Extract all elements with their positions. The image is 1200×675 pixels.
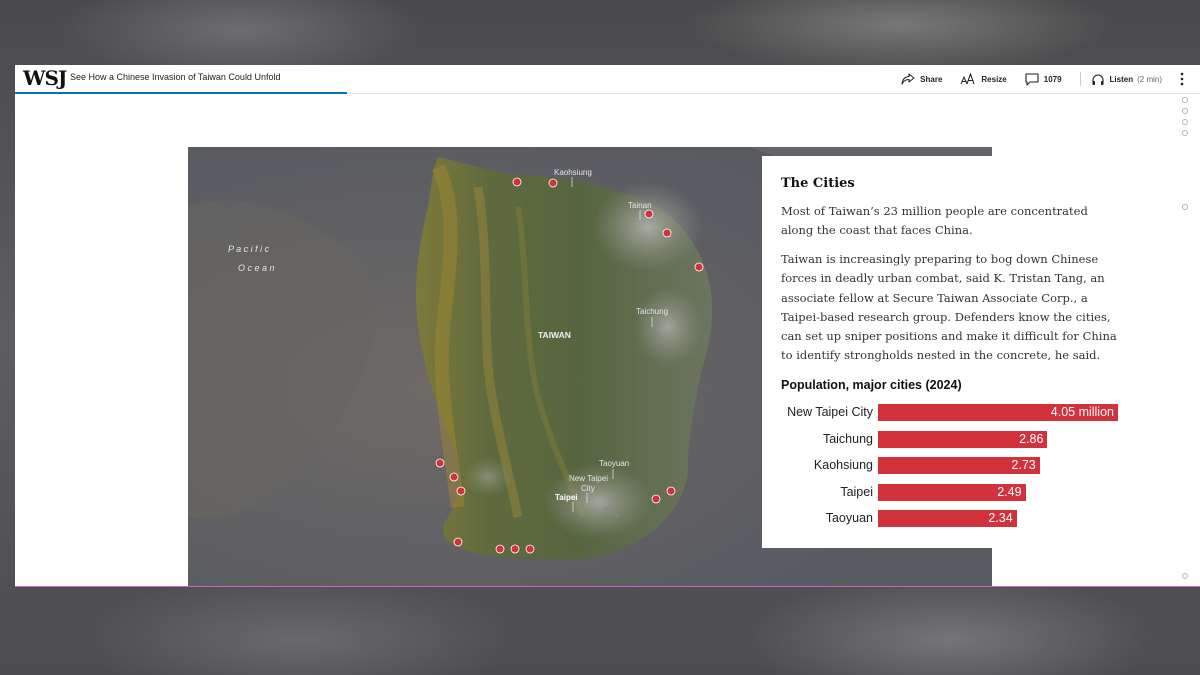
text-resize-icon: [960, 73, 975, 85]
section-dot[interactable]: [1182, 204, 1188, 210]
city-label-kaohsiung: Kaohsiung: [554, 168, 592, 177]
bar-value-label: 2.34: [988, 511, 1013, 525]
bar-value-label: 4.05 million: [1050, 405, 1114, 419]
island-label: TAIWAN: [538, 330, 571, 340]
bar-row: New Taipei City 4.05 million: [762, 404, 1133, 422]
landing-marker: [694, 262, 704, 272]
bar-row: Taoyuan 2.34: [762, 510, 1133, 528]
city-label-new-taipei: New Taipei: [569, 474, 608, 483]
toolbar-divider: [1079, 72, 1081, 86]
chart-title: Population, major cities (2024): [781, 378, 962, 392]
landing-marker: [644, 209, 654, 219]
panel-paragraph: Taiwan is increasingly preparing to bog …: [781, 252, 1117, 363]
bar-category-label: Kaohsiung: [813, 458, 873, 472]
bar: 2.86: [878, 430, 1048, 448]
section-dot[interactable]: [1182, 130, 1188, 136]
bar: 2.73: [878, 457, 1040, 474]
section-dot[interactable]: [1182, 119, 1188, 125]
landing-marker: [548, 178, 558, 188]
landing-marker: [435, 458, 445, 468]
bar-category-label: New Taipei City: [787, 405, 873, 419]
comments-button[interactable]: 1079: [1025, 72, 1062, 86]
cities-info-panel: The Cities Most of Taiwan’s 23 million p…: [762, 156, 1133, 548]
listen-label: Listen: [1109, 74, 1134, 84]
city-label-tainan: Tainan: [628, 201, 652, 210]
headphones-icon: [1091, 74, 1104, 85]
landing-marker: [449, 472, 459, 482]
bar: 2.34: [878, 510, 1017, 527]
landing-marker: [456, 486, 466, 496]
section-dot[interactable]: [1182, 108, 1188, 114]
bar-row: Taipei 2.49: [762, 483, 1133, 502]
bar: 4.05 million: [878, 404, 1118, 421]
section-dot[interactable]: [1182, 97, 1188, 103]
bar: 2.49: [878, 483, 1026, 501]
landing-marker: [510, 544, 520, 554]
share-button[interactable]: Share: [901, 73, 942, 85]
listen-duration: (2 min): [1137, 74, 1162, 84]
article-title: See How a Chinese Invasion of Taiwan Cou…: [70, 72, 281, 82]
wsj-logo[interactable]: WSJ: [23, 66, 67, 90]
panel-heading: The Cities: [781, 176, 855, 191]
section-dot[interactable]: [1182, 573, 1188, 579]
bar-category-label: Taoyuan: [825, 511, 873, 525]
resize-label: Resize: [981, 74, 1007, 84]
bar-value-label: 2.73: [1011, 458, 1036, 472]
bar-row: Taichung 2.86: [762, 430, 1133, 449]
article-window: WSJ See How a Chinese Invasion of Taiwan…: [15, 65, 1200, 587]
panel-paragraph: Most of Taiwan’s 23 million people are c…: [781, 204, 1088, 238]
landing-marker: [525, 544, 535, 554]
city-label-taichung: Taichung: [636, 307, 668, 316]
top-bar: WSJ See How a Chinese Invasion of Taiwan…: [15, 65, 1200, 94]
landing-marker: [453, 537, 463, 547]
more-options-icon[interactable]: [1180, 72, 1184, 86]
bar-category-label: Taipei: [840, 484, 873, 499]
landing-marker: [512, 177, 522, 187]
city-label-taipei: Taipei: [555, 493, 578, 502]
resize-button[interactable]: Resize: [960, 73, 1007, 85]
comments-count: 1079: [1043, 74, 1062, 84]
ocean-label: P a c i f i c: [228, 244, 270, 254]
bar-row: Kaohsiung 2.73: [762, 457, 1133, 475]
reading-progress-bar: [15, 92, 347, 94]
landing-marker: [666, 486, 676, 496]
share-icon: [901, 73, 915, 85]
bar-value-label: 2.86: [1019, 431, 1044, 446]
landing-marker: [662, 228, 672, 238]
city-label-taoyuan: Taoyuan: [599, 459, 629, 468]
ocean-label: O c e a n: [238, 263, 275, 273]
landing-marker: [495, 544, 505, 554]
window-edge-line: [15, 586, 1200, 587]
share-label: Share: [920, 74, 943, 84]
listen-button[interactable]: Listen (2 min): [1091, 73, 1162, 86]
article-toolbar: Share Resize 1079 Listen (2 min): [901, 65, 1200, 93]
comment-icon: [1025, 72, 1039, 86]
city-label-new-taipei: City: [581, 484, 595, 493]
bar-value-label: 2.49: [997, 484, 1022, 499]
landing-marker: [651, 494, 661, 504]
bar-category-label: Taichung: [822, 431, 873, 446]
